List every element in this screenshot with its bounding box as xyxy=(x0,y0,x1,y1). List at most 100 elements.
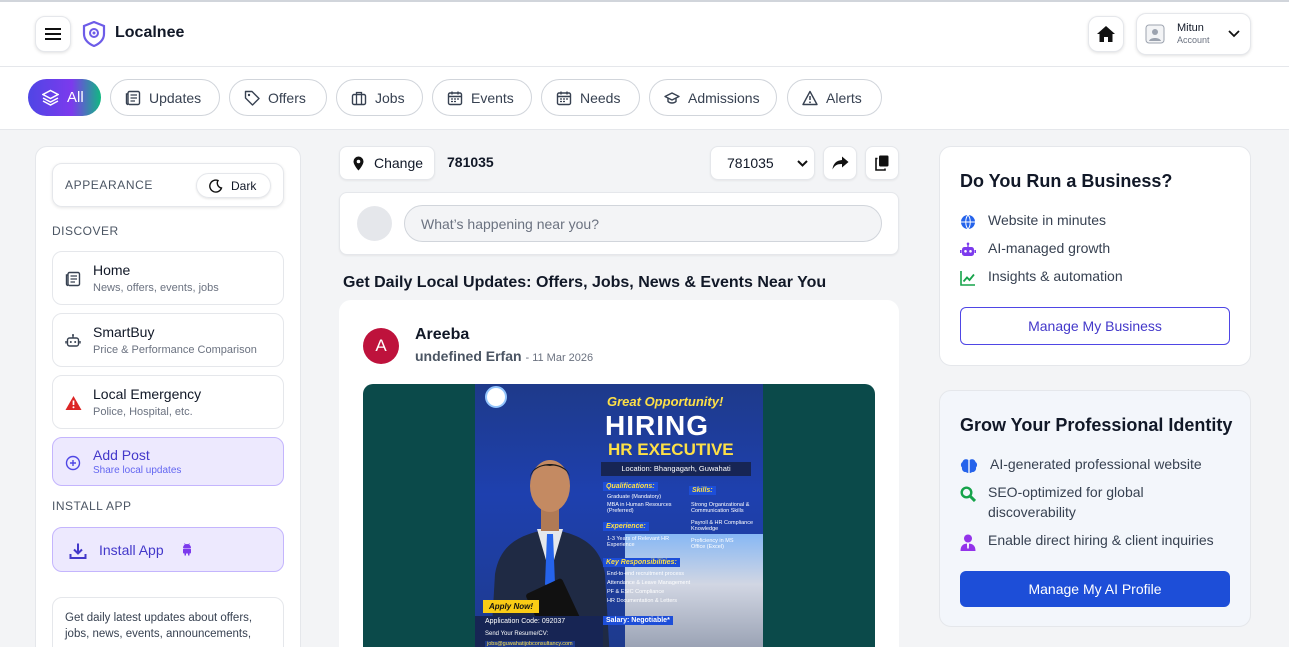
robot-icon xyxy=(960,242,976,256)
menu-button[interactable] xyxy=(35,16,71,52)
tab-all[interactable]: All xyxy=(28,79,101,116)
poster-banner: Great Opportunity! xyxy=(607,394,724,409)
poster-responsibility-item: End-to-end recruitment process xyxy=(607,571,685,577)
change-location-label: Change xyxy=(374,155,424,171)
post-author-avatar[interactable]: A xyxy=(363,328,399,364)
pincode-select[interactable]: 781035 xyxy=(710,146,815,180)
identity-feature: AI-generated professional website xyxy=(960,456,1202,474)
sidebar-item-title: Add Post xyxy=(93,447,150,463)
feature-text: Insights & automation xyxy=(988,268,1123,284)
tab-label: Needs xyxy=(580,89,621,106)
brain-icon xyxy=(960,459,978,473)
post-meta: undefined Erfan - 11 Mar 2026 xyxy=(415,348,593,364)
map-pin-icon xyxy=(353,156,364,170)
tab-label: Jobs xyxy=(375,89,405,106)
category-bar: All Updates Offers Jobs Events Needs Adm… xyxy=(0,67,1289,130)
theme-toggle-label: Dark xyxy=(231,178,257,193)
pincode-select-value: 781035 xyxy=(727,155,774,171)
account-name: Mitun xyxy=(1177,22,1204,34)
warning-icon xyxy=(65,396,82,410)
poster-experience: 1-3 Years of Relevant HR Experience xyxy=(607,536,670,548)
feature-text: AI-generated professional website xyxy=(990,456,1202,472)
post-date: 11 Mar 2026 xyxy=(532,352,594,364)
post-image-frame[interactable]: Great Opportunity! HIRING HR EXECUTIVE L… xyxy=(363,384,875,647)
about-card: Get daily latest updates about offers, j… xyxy=(52,597,284,647)
tab-events[interactable]: Events xyxy=(432,79,532,116)
tab-label: Updates xyxy=(149,89,202,106)
tab-label: Offers xyxy=(268,89,306,106)
moon-icon xyxy=(209,178,223,193)
poster-hiring: HIRING xyxy=(605,410,709,441)
identity-title: Grow Your Professional Identity xyxy=(960,415,1233,435)
install-app-label: INSTALL APP xyxy=(52,499,132,513)
sidebar-item-add-post[interactable]: Add Post Share local updates xyxy=(52,437,284,486)
tab-offers[interactable]: Offers xyxy=(229,79,327,116)
poster-experience-title: Experience: xyxy=(603,522,649,531)
post-author-name[interactable]: Areeba xyxy=(415,326,469,344)
chevron-down-icon xyxy=(1228,30,1240,38)
job-poster-image: Great Opportunity! HIRING HR EXECUTIVE L… xyxy=(475,384,763,647)
business-title: Do You Run a Business? xyxy=(960,171,1173,191)
tab-updates[interactable]: Updates xyxy=(110,79,220,116)
tab-needs[interactable]: Needs xyxy=(541,79,640,116)
manage-business-button[interactable]: Manage My Business xyxy=(960,307,1230,345)
sidebar-item-title: Local Emergency xyxy=(93,386,202,402)
sidebar-item-local-emergency[interactable]: Local Emergency Police, Hospital, etc. xyxy=(52,375,284,429)
poster-responsibility-item: HR Documentation & Letters xyxy=(607,598,678,604)
copy-icon xyxy=(875,155,889,171)
current-pincode: 781035 xyxy=(447,154,494,170)
poster-application-code: Application Code: 092037 xyxy=(485,618,566,625)
feature-text: Enable direct hiring & client inquiries xyxy=(988,532,1214,548)
home-icon xyxy=(1097,26,1115,42)
poster-salary: Salary: Negotiable* xyxy=(603,616,673,625)
feature-text: AI-managed growth xyxy=(988,240,1111,256)
plus-circle-icon xyxy=(65,455,81,471)
account-button[interactable]: Mitun Account xyxy=(1136,13,1251,55)
copy-button[interactable] xyxy=(865,146,899,180)
poster-responsibility-item: Attendance & Leave Management xyxy=(607,580,691,586)
change-location-button[interactable]: Change xyxy=(339,146,435,180)
poster-email: jobs@guwahatijobconsultancy.com xyxy=(485,641,575,647)
poster-person-illustration xyxy=(490,460,610,647)
poster-skill-item: Strong Organizational & Communication Sk… xyxy=(691,502,750,514)
newspaper-icon xyxy=(125,90,141,105)
poster-skill-item: Proficiency in MS Office (Excel) xyxy=(691,538,734,550)
tab-alerts[interactable]: Alerts xyxy=(787,79,882,116)
hamburger-icon xyxy=(45,28,61,40)
sidebar-item-subtitle: Share local updates xyxy=(93,465,182,476)
manage-ai-profile-button[interactable]: Manage My AI Profile xyxy=(960,571,1230,607)
tag-icon xyxy=(244,90,260,106)
business-feature: Insights & automation xyxy=(960,268,1123,286)
warning-icon xyxy=(802,90,818,105)
post-card: A Areeba undefined Erfan - 11 Mar 2026 G… xyxy=(339,300,899,647)
calendar-icon xyxy=(447,91,463,105)
sidebar-item-home[interactable]: Home News, offers, events, jobs xyxy=(52,251,284,305)
tab-label: Events xyxy=(471,89,514,106)
graduation-cap-icon xyxy=(664,91,680,104)
share-icon xyxy=(832,156,848,170)
share-button[interactable] xyxy=(823,146,857,180)
theme-toggle-button[interactable]: Dark xyxy=(196,173,271,198)
professional-identity-card: Grow Your Professional Identity AI-gener… xyxy=(939,390,1251,627)
install-app-button[interactable]: Install App xyxy=(52,527,284,572)
sidebar-item-smartbuy[interactable]: SmartBuy Price & Performance Comparison xyxy=(52,313,284,367)
business-feature: AI-managed growth xyxy=(960,240,1110,258)
home-button[interactable] xyxy=(1088,16,1124,52)
app-name[interactable]: Localnee xyxy=(115,24,184,42)
poster-role: HR EXECUTIVE xyxy=(608,440,734,459)
install-app-label-text: Install App xyxy=(99,542,164,558)
tab-admissions[interactable]: Admissions xyxy=(649,79,777,116)
tab-jobs[interactable]: Jobs xyxy=(336,79,423,116)
poster-qualification-item: MBA in Human Resources (Preferred) xyxy=(607,502,672,514)
feed-heading: Get Daily Local Updates: Offers, Jobs, N… xyxy=(343,274,827,291)
composer-input[interactable]: What’s happening near you? xyxy=(404,205,882,242)
poster-responsibilities-title: Key Responsibilities: xyxy=(603,558,680,567)
search-icon xyxy=(960,486,976,502)
sidebar-item-subtitle: Police, Hospital, etc. xyxy=(93,406,193,418)
logo-icon[interactable] xyxy=(82,21,106,47)
poster-send-resume: Send Your Resume/CV: xyxy=(485,631,549,637)
appearance-label: APPEARANCE xyxy=(65,178,154,192)
manage-business-label: Manage My Business xyxy=(1028,318,1162,334)
avatar-letter: A xyxy=(375,336,387,355)
identity-feature: Enable direct hiring & client inquiries xyxy=(960,532,1214,551)
